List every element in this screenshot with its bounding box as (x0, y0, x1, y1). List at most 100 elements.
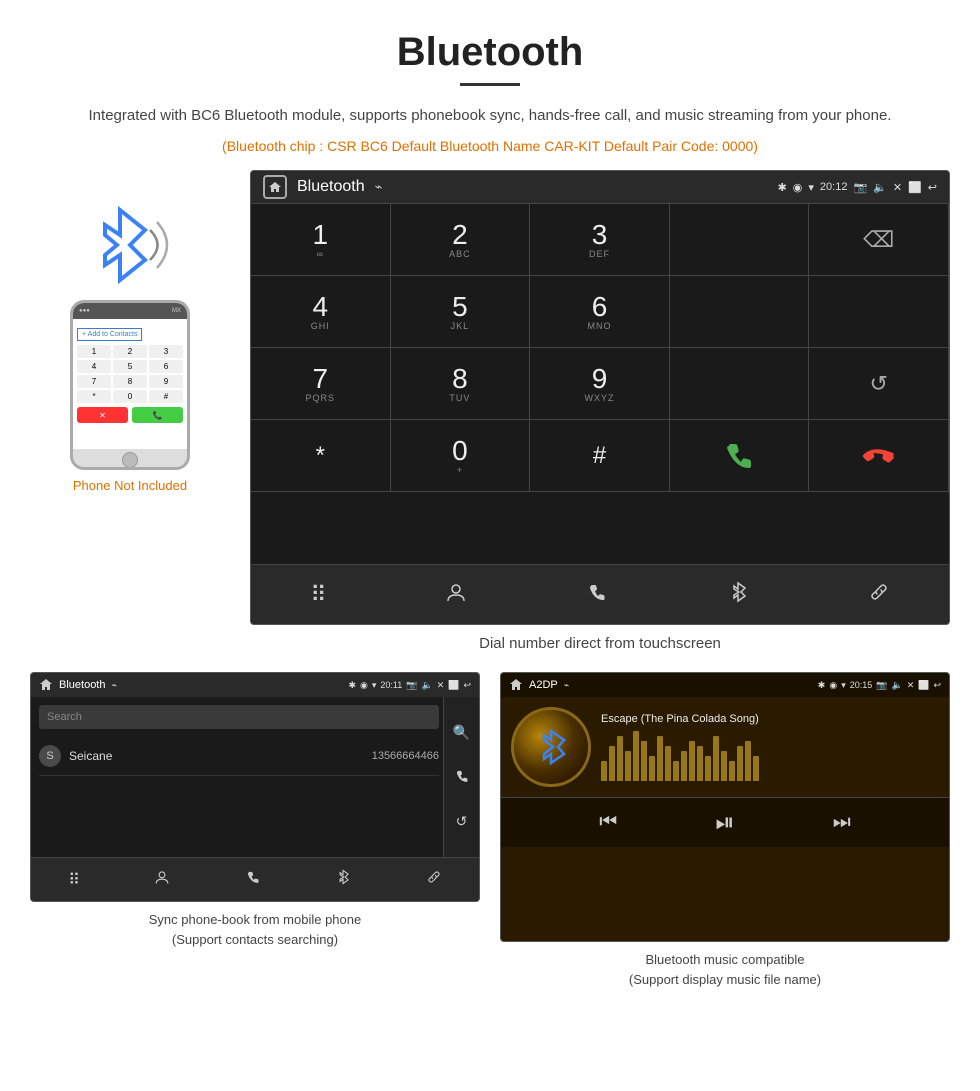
dial-key-0[interactable]: 0+ (391, 420, 531, 492)
screen-icon[interactable]: ⬜ (908, 181, 922, 194)
search-placeholder: Search (47, 711, 82, 723)
dial-key-star[interactable]: * (251, 420, 391, 492)
phone-add-contact-btn[interactable]: + Add to Contacts (77, 328, 142, 341)
gps-icon: ◉ (793, 181, 803, 194)
music-block: A2DP ⌁ ✱◉▾ 20:15 📷🔈✕⬜↩ (500, 672, 950, 997)
nav-contacts-icon[interactable] (445, 581, 467, 609)
dial-key-5[interactable]: 5JKL (391, 276, 531, 348)
eq-bar-2 (617, 736, 623, 781)
dial-key-7[interactable]: 7PQRS (251, 348, 391, 420)
contact-row-seicane[interactable]: S Seicane 13566664466 (39, 737, 439, 776)
phone-key-8[interactable]: 8 (113, 375, 147, 388)
signal-icon: ▾ (808, 181, 814, 194)
phone-call[interactable]: 📞 (132, 407, 183, 423)
music-body: Escape (The Pina Colada Song) (501, 697, 949, 797)
dial-redial[interactable]: ↺ (809, 348, 949, 420)
eq-bar-3 (625, 751, 631, 781)
phonebook-search-bar[interactable]: Search (39, 705, 439, 729)
phone-key-2[interactable]: 2 (113, 345, 147, 358)
eq-bar-7 (657, 736, 663, 781)
phone-key-4[interactable]: 4 (77, 360, 111, 373)
eq-bar-0 (601, 761, 607, 781)
phone-top-bar: ●●● MX (73, 303, 187, 319)
dial-key-1[interactable]: 1∞ (251, 204, 391, 276)
dial-backspace[interactable]: ⌫ (809, 204, 949, 276)
music-home-icon[interactable] (509, 678, 523, 692)
prev-track-button[interactable]: ⏮ (599, 811, 617, 834)
status-left: Bluetooth ⌁ (263, 175, 382, 199)
pb-nav-contacts[interactable] (154, 869, 170, 890)
eq-bar-19 (753, 756, 759, 781)
pb-nav-link[interactable] (426, 869, 442, 890)
nav-phone-icon[interactable] (586, 581, 608, 609)
next-track-button[interactable]: ⏭ (833, 811, 851, 834)
play-pause-button[interactable]: ⏯ (715, 809, 734, 837)
bt-svg (727, 581, 749, 603)
dial-key-9[interactable]: 9WXYZ (530, 348, 670, 420)
dial-key-3[interactable]: 3DEF (530, 204, 670, 276)
home-icon[interactable] (263, 175, 287, 199)
pb-bt-svg (335, 869, 351, 885)
phone-key-5[interactable]: 5 (113, 360, 147, 373)
phone-end-call[interactable]: ✕ (77, 407, 128, 423)
pb-nav-dialpad[interactable]: ⠿ (68, 870, 80, 890)
phone-key-9[interactable]: 9 (149, 375, 183, 388)
nav-dialpad-icon[interactable]: ⠿ (310, 582, 326, 608)
phone-key-6[interactable]: 6 (149, 360, 183, 373)
dial-key-4[interactable]: 4GHI (251, 276, 391, 348)
main-section: ●●● MX + Add to Contacts 1 2 3 4 5 6 7 8… (0, 170, 980, 672)
time-display: 20:12 (820, 181, 848, 193)
eq-bar-14 (713, 736, 719, 781)
page-title: Bluetooth (0, 0, 980, 83)
music-status-bar: A2DP ⌁ ✱◉▾ 20:15 📷🔈✕⬜↩ (501, 673, 949, 697)
phone-key-7[interactable]: 7 (77, 375, 111, 388)
search-icon[interactable]: 🔍 (453, 724, 470, 741)
dial-key-6[interactable]: 6MNO (530, 276, 670, 348)
dial-key-hash[interactable]: # (530, 420, 670, 492)
phonebook-home-icon[interactable] (39, 678, 53, 692)
phone-mockup: ●●● MX + Add to Contacts 1 2 3 4 5 6 7 8… (70, 300, 190, 470)
dialpad-grid: 1∞ 2ABC 3DEF ⌫ 4GHI 5JKL (251, 203, 949, 564)
phone-key-0[interactable]: 0 (113, 390, 147, 403)
phone-key-star[interactable]: * (77, 390, 111, 403)
pb-nav-bluetooth[interactable] (335, 869, 351, 890)
phonebook-body: Search S Seicane 13566664466 🔍 (31, 697, 479, 857)
music-screen: A2DP ⌁ ✱◉▾ 20:15 📷🔈✕⬜↩ (500, 672, 950, 942)
contact-letter-s: S (39, 745, 61, 767)
pb-nav-phone[interactable] (245, 869, 261, 890)
phone-sidebar-icon[interactable] (454, 768, 470, 787)
close-icon[interactable]: ✕ (893, 181, 902, 194)
eq-bar-6 (649, 756, 655, 781)
dial-key-8[interactable]: 8TUV (391, 348, 531, 420)
pb-phone-svg (245, 869, 261, 885)
refresh-sidebar-icon[interactable]: ↺ (456, 813, 468, 830)
phonebook-app-title: Bluetooth (59, 679, 105, 691)
nav-bluetooth-icon[interactable] (727, 581, 749, 609)
camera-icon[interactable]: 📷 (853, 181, 867, 194)
phonebook-bottom-nav: ⠿ (31, 857, 479, 901)
phonebook-block: Bluetooth ⌁ ✱◉▾ 20:11 📷🔈✕⬜↩ Search S (30, 672, 480, 997)
volume-icon[interactable]: 🔈 (873, 181, 887, 194)
phone-key-1[interactable]: 1 (77, 345, 111, 358)
eq-bar-15 (721, 751, 727, 781)
nav-link-icon[interactable] (868, 581, 890, 609)
bt-status-icon: ✱ (778, 181, 787, 194)
dial-empty-4 (670, 348, 810, 420)
phone-sidebar-svg (454, 768, 470, 784)
dial-key-2[interactable]: 2ABC (391, 204, 531, 276)
title-divider (460, 83, 520, 86)
phone-key-hash[interactable]: # (149, 390, 183, 403)
orange-info-text: (Bluetooth chip : CSR BC6 Default Blueto… (0, 134, 980, 170)
dial-call-red[interactable] (809, 420, 949, 492)
phone-bottom (73, 449, 187, 470)
eq-bar-4 (633, 731, 639, 781)
dial-call-green[interactable] (670, 420, 810, 492)
eq-bar-17 (737, 746, 743, 781)
back-icon[interactable]: ↩ (928, 181, 937, 194)
phone-home-button[interactable] (122, 452, 138, 468)
phone-key-3[interactable]: 3 (149, 345, 183, 358)
song-title: Escape (The Pina Colada Song) (601, 713, 939, 725)
status-right: ✱ ◉ ▾ 20:12 📷 🔈 ✕ ⬜ ↩ (778, 181, 937, 194)
large-status-bar: Bluetooth ⌁ ✱ ◉ ▾ 20:12 📷 🔈 ✕ ⬜ ↩ (251, 171, 949, 203)
music-time: 20:15 (850, 680, 873, 690)
